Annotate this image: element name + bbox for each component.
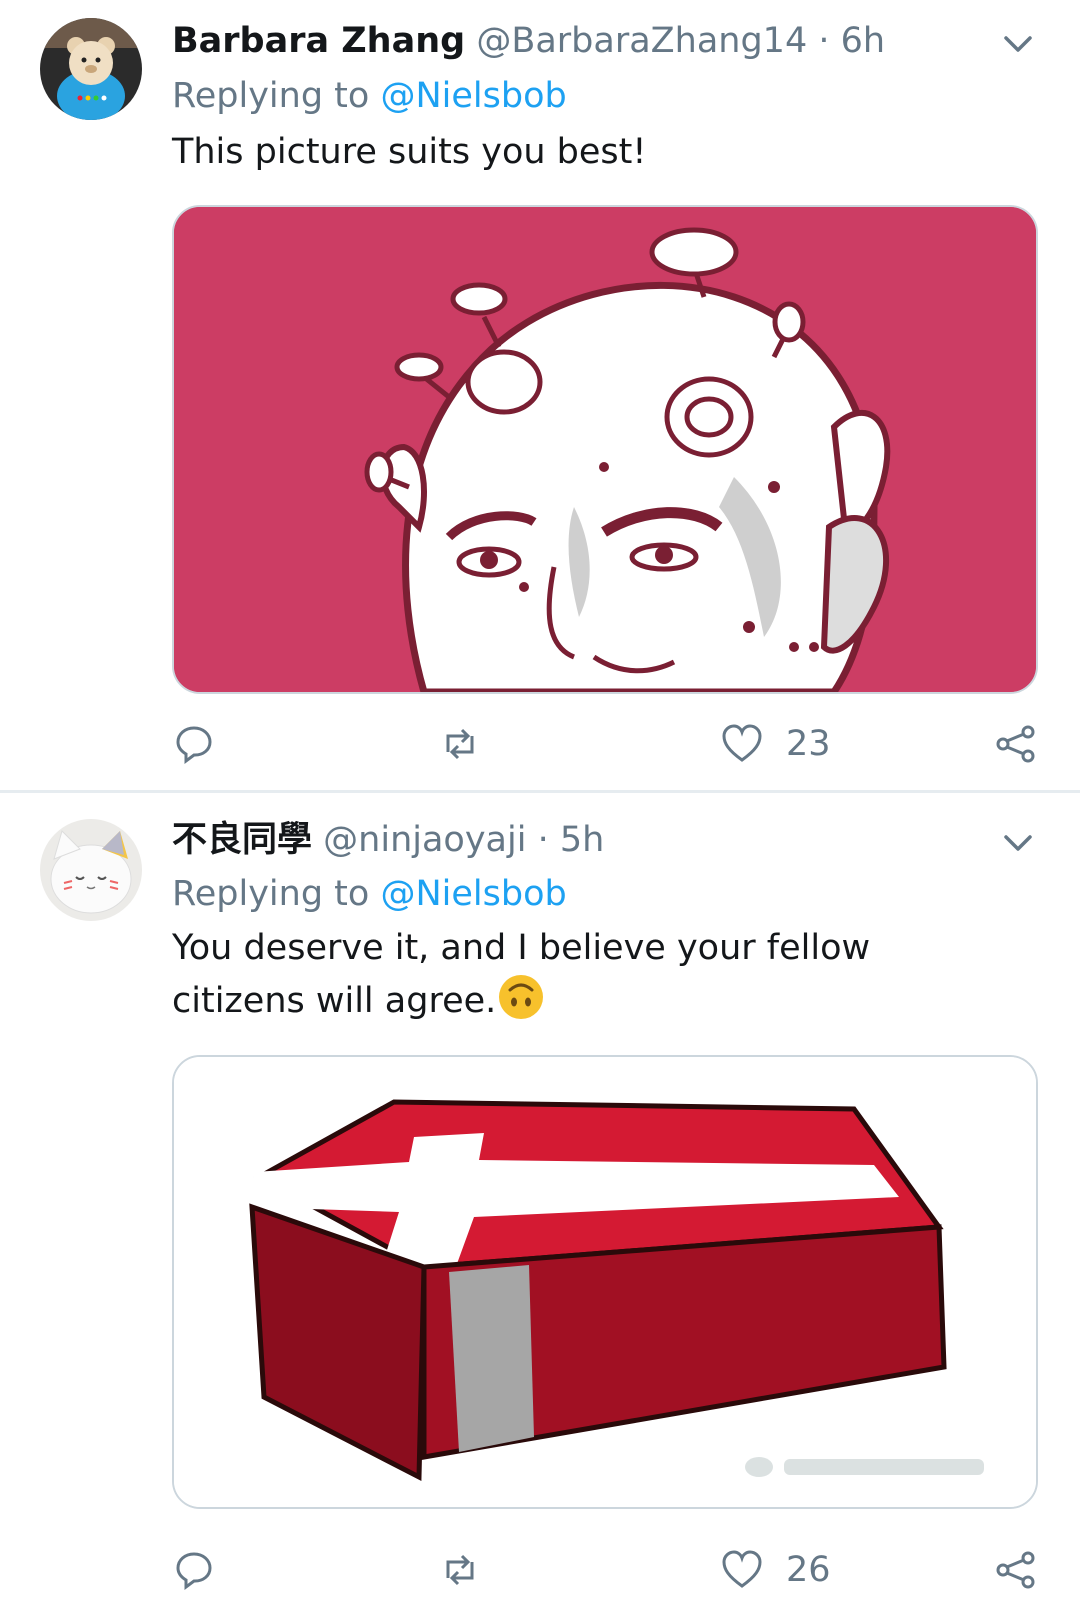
reply-button[interactable] (172, 714, 216, 774)
mention-link[interactable]: @Nielsbob (380, 76, 566, 116)
like-count: 23 (786, 724, 831, 764)
heart-icon (722, 724, 762, 762)
share-icon (996, 1551, 1035, 1589)
share-button[interactable] (994, 1540, 1038, 1600)
share-button[interactable] (994, 714, 1038, 774)
heart-icon (722, 1550, 762, 1588)
replying-to-label: Replying to (172, 874, 370, 914)
timestamp[interactable]: 5h (560, 820, 604, 860)
tweet-actions: 26 (172, 1540, 1042, 1600)
replying-to: Replying to @Nielsbob (172, 871, 567, 917)
tweet-media-image[interactable] (172, 1055, 1038, 1509)
replying-to-label: Replying to (172, 76, 370, 116)
handle[interactable]: @BarbaraZhang14 (476, 21, 807, 61)
danish-flag-coffin-illustration (174, 1057, 1036, 1507)
tweet-text: You deserve it, and I believe your fello… (172, 923, 1010, 1027)
like-button[interactable]: 26 (720, 1540, 831, 1600)
tweet[interactable]: Barbara Zhang @BarbaraZhang14 · 6h Reply… (0, 0, 1080, 793)
reply-button[interactable] (172, 1540, 216, 1600)
tweet-header: 不良同學 @ninjaoyaji · 5h (172, 817, 960, 863)
avatar[interactable] (40, 18, 142, 120)
tweet-actions: 23 (172, 714, 1042, 774)
upside-down-face-emoji-icon (499, 975, 544, 1019)
like-count: 26 (786, 1550, 831, 1590)
timestamp[interactable]: 6h (841, 21, 885, 61)
separator: · (818, 21, 830, 61)
retweet-icon (446, 728, 474, 760)
display-name[interactable]: Barbara Zhang (172, 21, 465, 61)
replying-to: Replying to @Nielsbob (172, 73, 567, 119)
tweet-text: This picture suits you best! (172, 132, 647, 172)
display-name[interactable]: 不良同學 (172, 820, 312, 860)
tweet-header: Barbara Zhang @BarbaraZhang14 · 6h (172, 18, 960, 64)
like-button[interactable]: 23 (720, 714, 831, 774)
retweet-button[interactable] (438, 714, 482, 774)
more-options-chevron-down-icon[interactable] (998, 823, 1038, 863)
handle[interactable]: @ninjaoyaji (323, 820, 526, 860)
reply-icon (176, 1552, 212, 1590)
mention-link[interactable]: @Nielsbob (380, 874, 566, 914)
reply-icon (176, 726, 212, 764)
virus-head-illustration (174, 207, 1036, 692)
share-icon (996, 725, 1035, 763)
avatar[interactable] (40, 819, 142, 921)
separator: · (537, 820, 549, 860)
more-options-chevron-down-icon[interactable] (998, 24, 1038, 64)
tweet[interactable]: 不良同學 @ninjaoyaji · 5h Replying to @Niels… (0, 793, 1080, 1616)
retweet-icon (446, 1554, 474, 1586)
retweet-button[interactable] (438, 1540, 482, 1600)
tweet-media-image[interactable] (172, 205, 1038, 694)
